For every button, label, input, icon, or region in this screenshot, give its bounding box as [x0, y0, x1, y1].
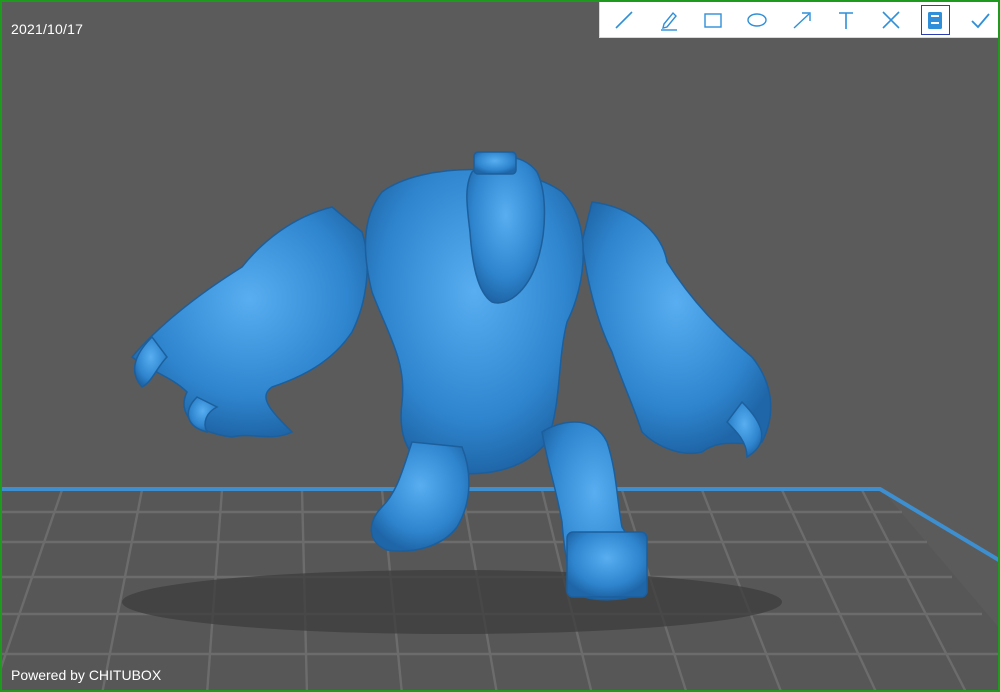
text-tool[interactable]: [824, 4, 868, 36]
close-icon: [881, 10, 900, 29]
rectangle-tool[interactable]: [691, 4, 735, 36]
ellipse-tool[interactable]: [735, 4, 779, 36]
pencil-icon: [660, 11, 677, 31]
rectangle-icon: [704, 12, 722, 28]
save-tool[interactable]: [920, 4, 951, 36]
text-icon: [839, 11, 854, 29]
check-icon: [971, 12, 990, 28]
pencil-tool[interactable]: [646, 4, 690, 36]
model-shadow: [122, 570, 782, 634]
confirm-tool[interactable]: [958, 4, 998, 36]
3d-viewport[interactable]: 2021/10/17 Powered by CHITUBOX: [0, 0, 1000, 692]
date-label: 2021/10/17: [11, 21, 84, 37]
arrow-tool[interactable]: [780, 4, 824, 36]
arrow-icon: [793, 11, 811, 29]
ellipse-icon: [747, 12, 768, 27]
cancel-tool[interactable]: [868, 4, 912, 36]
powered-by-label: Powered by CHITUBOX: [11, 667, 162, 683]
save-icon: [928, 11, 943, 29]
line-icon: [615, 10, 633, 29]
annotation-toolbar: [599, 2, 998, 38]
build-plate-scene: [2, 151, 998, 690]
line-tool[interactable]: [602, 4, 646, 36]
